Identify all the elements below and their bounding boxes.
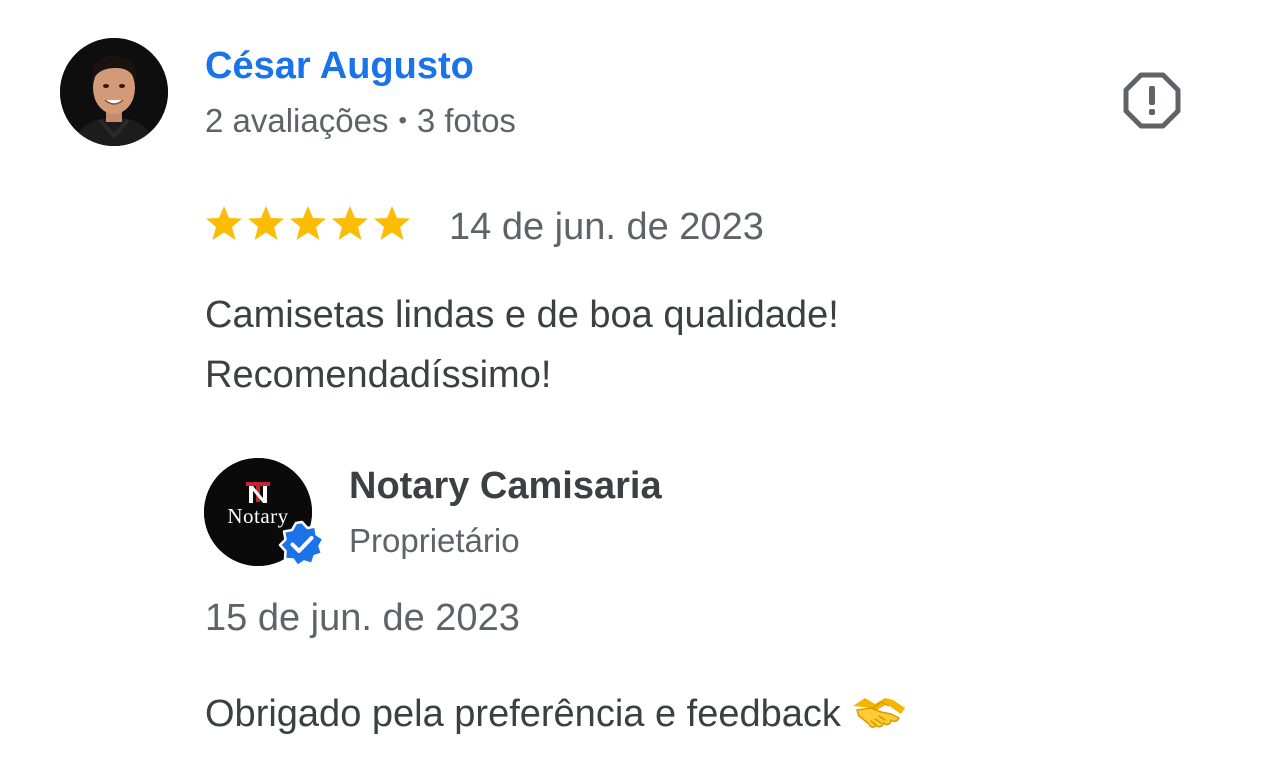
reviewer-name[interactable]: César Augusto (205, 40, 474, 92)
star-icon (290, 206, 326, 240)
review-text-line: Recomendadíssimo! (205, 354, 552, 396)
reply-text: Obrigado pela preferência e feedback (205, 693, 841, 735)
reply-date: 15 de jun. de 2023 (205, 597, 520, 639)
star-icon (374, 206, 410, 240)
owner-name: Notary Camisaria (349, 465, 662, 507)
owner-avatar[interactable]: Notary (204, 458, 325, 568)
star-icon (248, 206, 284, 240)
reviewer-photo-count: 3 fotos (416, 102, 516, 139)
star-rating (204, 203, 412, 243)
handshake-emoji-icon (851, 692, 907, 732)
review-date: 14 de jun. de 2023 (449, 206, 764, 248)
owner-role: Proprietário (349, 522, 520, 559)
reviewer-avatar[interactable] (60, 38, 168, 146)
reviewer-review-count: 2 avaliações (205, 102, 389, 139)
star-icon (206, 206, 242, 240)
star-icon (332, 206, 368, 240)
reply-text-container: Obrigado pela preferência e feedback (205, 688, 907, 740)
review-text-line: Camisetas lindas e de boa qualidade! (205, 294, 839, 336)
review-text: Camisetas lindas e de boa qualidade! Rec… (205, 285, 1105, 405)
reviewer-meta: 2 avaliações • 3 fotos (205, 98, 516, 144)
report-flag-icon[interactable] (1122, 70, 1182, 130)
meta-separator: • (398, 107, 407, 134)
verified-badge-icon (278, 520, 325, 568)
reviewer-photo (60, 38, 168, 146)
